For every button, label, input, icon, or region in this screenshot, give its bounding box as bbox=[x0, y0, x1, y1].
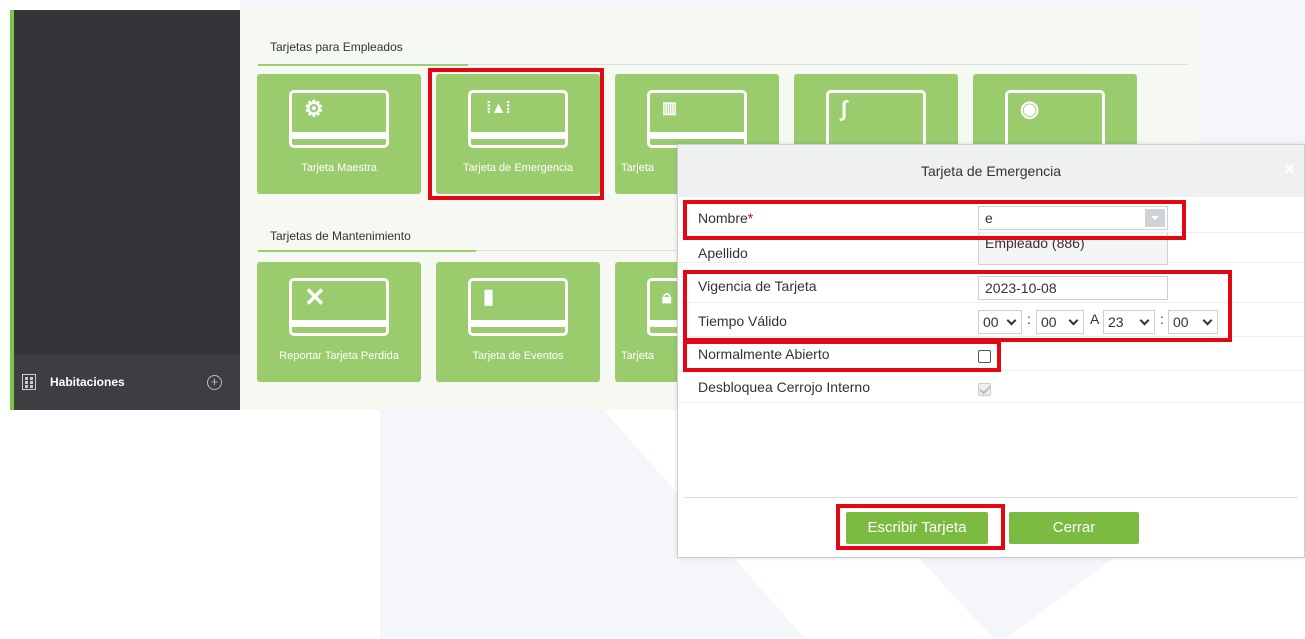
sd-card-icon: ▮ bbox=[483, 286, 495, 308]
tile-label: Reportar Tarjeta Perdida bbox=[279, 350, 399, 362]
sidebar-item-habitaciones[interactable]: Habitaciones + bbox=[14, 354, 240, 410]
card-icon: ∫ bbox=[826, 90, 926, 148]
card-icon: ▥ bbox=[647, 90, 747, 148]
sidebar: Habitaciones + bbox=[10, 10, 240, 410]
building-icon: ▥ bbox=[662, 100, 678, 117]
tile-reportar-perdida[interactable]: ✕ Reportar Tarjeta Perdida bbox=[257, 262, 421, 382]
close-button[interactable]: Cerrar bbox=[1009, 512, 1139, 544]
highlight-vigencia-tiempo bbox=[683, 270, 1232, 342]
highlight-normalmente-abierto bbox=[683, 340, 1001, 372]
card-icon: ◉ bbox=[1005, 90, 1105, 148]
dialog-title: Tarjeta de Emergencia bbox=[678, 145, 1304, 197]
cerrojo-checkbox bbox=[978, 383, 991, 396]
tile-tarjeta-eventos[interactable]: ▮ Tarjeta de Eventos bbox=[436, 262, 600, 382]
location-icon: ◉ bbox=[1020, 96, 1040, 121]
footer-divider bbox=[684, 497, 1298, 498]
close-icon[interactable]: × bbox=[1284, 160, 1300, 178]
highlight-nombre bbox=[683, 200, 1186, 240]
employee-section-title: Tarjetas para Empleados bbox=[270, 40, 403, 54]
close-icon: ✕ bbox=[304, 282, 326, 312]
card-icon: ✕ bbox=[289, 278, 389, 336]
apellido-label: Apellido bbox=[698, 245, 748, 261]
tile-tarjeta-maestra[interactable]: ⚙ Tarjeta Maestra bbox=[257, 74, 421, 194]
section-divider bbox=[258, 64, 1188, 66]
tile-label: Tarjeta Maestra bbox=[301, 162, 377, 174]
barrier-icon: ∫ bbox=[841, 96, 848, 121]
lock-icon: 🔒︎ bbox=[662, 287, 672, 307]
row-cerrojo: Desbloquea Cerrojo Interno bbox=[678, 373, 1304, 403]
card-icon: ▮ bbox=[468, 278, 568, 336]
gear-icon: ⚙ bbox=[304, 96, 324, 121]
card-icon: ⚙ bbox=[289, 90, 389, 148]
highlight-emergency-tile bbox=[428, 68, 604, 200]
tile-label: Tarjeta de Eventos bbox=[472, 350, 564, 362]
add-circle-icon[interactable]: + bbox=[207, 374, 222, 390]
background-shape bbox=[230, 400, 380, 639]
cerrojo-label: Desbloquea Cerrojo Interno bbox=[698, 379, 870, 395]
highlight-write-button bbox=[836, 504, 1005, 550]
sidebar-item-label: Habitaciones bbox=[50, 375, 125, 389]
building-icon bbox=[22, 374, 36, 390]
maintenance-section-title: Tarjetas de Mantenimiento bbox=[270, 229, 411, 243]
